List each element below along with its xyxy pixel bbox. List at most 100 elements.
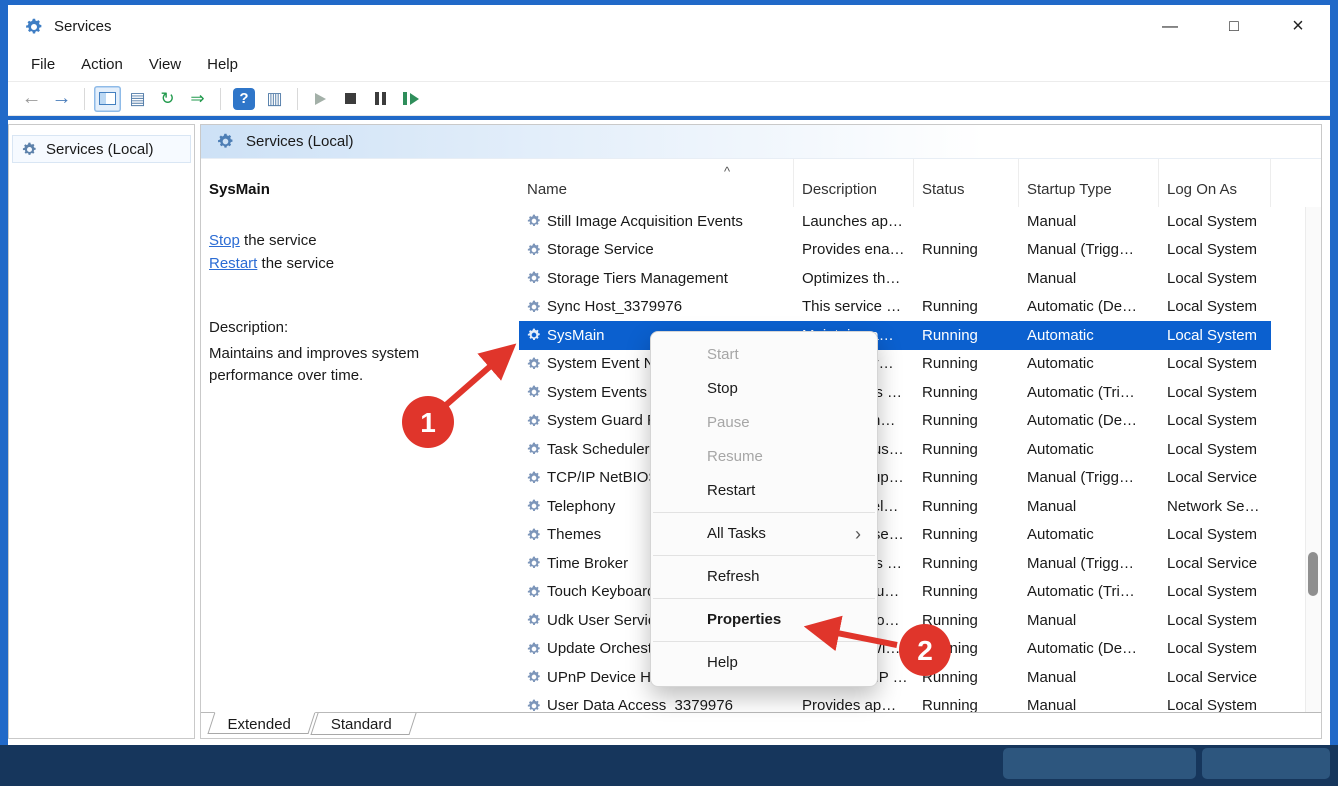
service-gear-icon <box>527 585 541 599</box>
cell-name: Sync Host_3379976 <box>519 293 794 322</box>
menu-item-view[interactable]: View <box>136 50 194 79</box>
context-menu-item-properties[interactable]: Properties <box>651 603 877 637</box>
stop-service-text: the service <box>240 232 317 249</box>
menu-item-file[interactable]: File <box>18 50 68 79</box>
cell-logon: Local System <box>1159 264 1271 293</box>
statusbar-pane <box>1003 748 1196 779</box>
toolbar-refresh-button[interactable]: ↻ <box>154 86 181 112</box>
column-header-startup-type[interactable]: Startup Type <box>1019 159 1159 207</box>
table-row[interactable]: Task SchedulerEnables a us…RunningAutoma… <box>519 435 1271 464</box>
context-menu-separator <box>653 512 875 513</box>
cell-name: User Data Access_3379976 <box>519 692 794 714</box>
statusbar-pane <box>1202 748 1330 779</box>
description-label: Description: <box>209 319 288 336</box>
tab-standard[interactable]: Standard <box>311 713 417 735</box>
toolbar-pause-service-button[interactable] <box>367 86 394 112</box>
table-row-selected[interactable]: SysMainMaintains a…RunningAutomaticLocal… <box>519 321 1271 350</box>
column-header-description[interactable]: Description <box>794 159 914 207</box>
toolbar-help-button[interactable]: ? <box>233 88 255 110</box>
menu-item-action[interactable]: Action <box>68 50 136 79</box>
tree-item-label: Services (Local) <box>46 141 154 158</box>
service-gear-icon <box>527 243 541 257</box>
table-row[interactable]: TCP/IP NetBIOS HelperProvides sup…Runnin… <box>519 464 1271 493</box>
extended-info-pane: SysMain Stop the service Restart the ser… <box>209 159 514 713</box>
table-row[interactable]: User Data Access_3379976Provides ap…Runn… <box>519 692 1271 714</box>
context-menu-item-stop[interactable]: Stop <box>651 372 877 406</box>
context-menu: StartStopPauseResumeRestartAll Tasks›Ref… <box>650 331 878 687</box>
cell-startup: Manual (Trigg… <box>1019 549 1159 578</box>
cell-startup: Manual <box>1019 606 1159 635</box>
table-row[interactable]: Time BrokerCoordinates …RunningManual (T… <box>519 549 1271 578</box>
toolbar-stop-service-button[interactable] <box>337 86 364 112</box>
toolbar-show-console-tree-button[interactable] <box>94 86 121 112</box>
column-header-log-on-as[interactable]: Log On As <box>1159 159 1271 207</box>
table-row[interactable]: Update Orchestrator ServiceManages Wi…Ru… <box>519 635 1271 664</box>
table-row[interactable]: UPnP Device HostAllows UPnP …RunningManu… <box>519 663 1271 692</box>
service-gear-icon <box>527 699 541 713</box>
toolbar-export-list-button[interactable]: ⇒ <box>184 86 211 112</box>
table-row[interactable]: Still Image Acquisition EventsLaunches a… <box>519 207 1271 236</box>
cell-desc: Provides ap… <box>794 692 914 714</box>
close-button[interactable]: × <box>1266 5 1330 48</box>
service-gear-icon <box>527 670 541 684</box>
selected-service-name: SysMain <box>209 181 270 198</box>
cell-startup: Manual <box>1019 692 1159 714</box>
table-row[interactable]: Udk User Service_3379976Shell compo…Runn… <box>519 606 1271 635</box>
maximize-button[interactable]: □ <box>1202 5 1266 48</box>
cell-name: Still Image Acquisition Events <box>519 207 794 236</box>
toolbar-separator <box>84 88 85 110</box>
service-gear-icon <box>527 385 541 399</box>
minimize-button[interactable]: — <box>1138 5 1202 48</box>
toolbar-restart-service-button[interactable] <box>397 86 424 112</box>
toolbar-start-service-button[interactable] <box>307 86 334 112</box>
scrollbar-thumb[interactable] <box>1308 552 1318 596</box>
context-menu-separator <box>653 555 875 556</box>
sort-ascending-icon[interactable]: ^ <box>724 164 730 179</box>
context-menu-item-all-tasks[interactable]: All Tasks› <box>651 517 877 551</box>
toolbar-extended-pane-button[interactable]: ▥ <box>261 86 288 112</box>
cell-name: Storage Tiers Management <box>519 264 794 293</box>
description-text: Maintains and improves system performanc… <box>209 343 459 387</box>
toolbar-forward-button[interactable]: → <box>48 86 75 112</box>
context-menu-item-refresh[interactable]: Refresh <box>651 560 877 594</box>
cell-status: Running <box>914 321 1019 350</box>
toolbar: ←→ ▤↻⇒? ▥ <box>8 82 1330 116</box>
cell-logon: Local System <box>1159 378 1271 407</box>
column-header-name[interactable]: Name <box>519 159 794 207</box>
stop-service-link[interactable]: Stop <box>209 232 240 249</box>
cell-logon: Network Se… <box>1159 492 1271 521</box>
table-row[interactable]: Storage Tiers ManagementOptimizes th…Man… <box>519 264 1271 293</box>
title-bar[interactable]: Services — □ × <box>8 5 1330 48</box>
table-row[interactable]: ThemesProvides use…RunningAutomaticLocal… <box>519 521 1271 550</box>
restart-service-link[interactable]: Restart <box>209 255 257 272</box>
toolbar-properties-button[interactable]: ▤ <box>124 86 151 112</box>
table-row[interactable]: System Event Notification ServiceMonitor… <box>519 350 1271 379</box>
menu-item-help[interactable]: Help <box>194 50 251 79</box>
context-menu-item-restart[interactable]: Restart <box>651 474 877 508</box>
vertical-scrollbar[interactable] <box>1305 207 1321 713</box>
service-rows: Still Image Acquisition EventsLaunches a… <box>519 207 1306 713</box>
cell-status: Running <box>914 492 1019 521</box>
column-header-status[interactable]: Status <box>914 159 1019 207</box>
cell-status: Running <box>914 549 1019 578</box>
table-row[interactable]: System Guard Runtime Monitor BrokerMonit… <box>519 407 1271 436</box>
table-row[interactable]: Storage ServiceProvides ena…RunningManua… <box>519 236 1271 265</box>
table-row[interactable]: Sync Host_3379976This service …RunningAu… <box>519 293 1271 322</box>
service-gear-icon <box>527 442 541 456</box>
tree-item-services-local[interactable]: Services (Local) <box>12 135 191 163</box>
toolbar-back-button[interactable]: ← <box>18 86 45 112</box>
cell-status: Running <box>914 435 1019 464</box>
play-icon <box>315 93 326 105</box>
cell-startup: Manual (Trigg… <box>1019 236 1159 265</box>
context-menu-item-help[interactable]: Help <box>651 646 877 680</box>
tab-extended[interactable]: Extended <box>207 712 316 734</box>
cell-desc: Launches ap… <box>794 207 914 236</box>
cell-startup: Manual <box>1019 663 1159 692</box>
cell-status: Running <box>914 578 1019 607</box>
table-row[interactable]: Touch Keyboard and Handwriting Panel Ser… <box>519 578 1271 607</box>
table-row[interactable]: System Events BrokerCoordinates …Running… <box>519 378 1271 407</box>
stop-service-line: Stop the service <box>209 229 334 252</box>
cell-logon: Local System <box>1159 293 1271 322</box>
cell-startup: Automatic (Tri… <box>1019 378 1159 407</box>
table-row[interactable]: TelephonyProvides Tel…RunningManualNetwo… <box>519 492 1271 521</box>
